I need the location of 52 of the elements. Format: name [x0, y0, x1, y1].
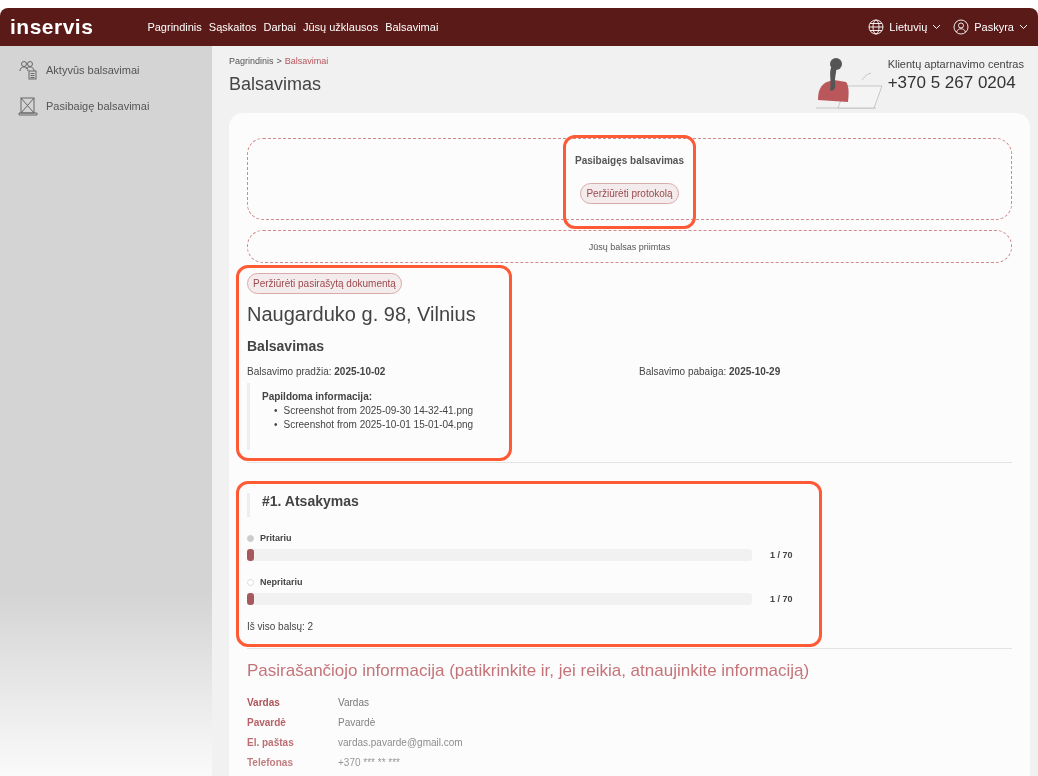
helpline-phone[interactable]: +370 5 267 0204 — [887, 73, 1024, 93]
field-label: Vardas — [247, 697, 281, 710]
bullet: • — [274, 418, 278, 432]
helpline-label: Klientų aptarnavimo centras — [887, 58, 1024, 70]
signer-heading: Pasirašančiojo informacija (patikrinkite ir, jei reikia, atnaujinkite informaciją) — [247, 661, 811, 681]
vote-subtitle: Balsavimas — [247, 338, 326, 354]
globe-icon — [868, 19, 885, 35]
status-title: Pasibaigęs balsavimas — [575, 155, 684, 166]
chevron-down-icon — [932, 24, 942, 30]
breadcrumb-link[interactable]: Pagrindinis — [229, 56, 274, 66]
attachment-link[interactable]: Screenshot from 2025-10-01 15-01-04.png — [283, 418, 474, 432]
field-value: Pavardė — [338, 717, 376, 730]
address-heading: Naugarduko g. 98, Vilnius — [247, 303, 477, 326]
field-value: +370 *** ** *** — [338, 757, 400, 770]
language-menu[interactable]: Lietuvių — [868, 19, 942, 35]
field-value: vardas.pavarde@gmail.com — [338, 737, 463, 750]
people-list-icon — [18, 60, 38, 80]
field-label: Telefonas — [247, 757, 294, 770]
bullet: • — [274, 404, 278, 418]
nav-link[interactable]: Jūsų užklausos — [302, 21, 379, 33]
nav-link[interactable]: Pagrindinis — [147, 21, 202, 33]
ballot-box-icon — [18, 96, 38, 116]
vote-notice: Jūsų balsas priimtas — [247, 230, 1012, 263]
vote-count: 1 / 70 — [770, 550, 793, 560]
field-label: Pavardė — [247, 717, 287, 730]
sidebar-item[interactable]: Pasibaigę balsavimai — [18, 88, 212, 124]
info-title: Papildoma informacija: — [262, 391, 374, 402]
field-label: El. paštas — [247, 737, 295, 750]
total-votes: Iš viso balsų: 2 — [247, 621, 315, 632]
nav-link[interactable]: Sąskaitos — [208, 21, 257, 33]
breadcrumb-link[interactable]: Balsavimai — [284, 56, 329, 66]
view-protocol-button[interactable]: Peržiūrėti protokolą — [580, 183, 679, 204]
end-date: Balsavimo pabaiga: 2025-10-29 — [639, 366, 781, 377]
radio-button[interactable] — [247, 578, 254, 586]
start-date: Balsavimo pradžia: 2025-10-02 — [247, 366, 387, 377]
field-value: Vardas — [338, 697, 369, 710]
sidebar-item[interactable]: Aktyvūs balsavimai — [18, 52, 212, 88]
question-title: #1. Atsakymas — [247, 493, 1012, 517]
radio-button[interactable] — [247, 534, 254, 542]
user-icon — [953, 19, 970, 35]
chevron-down-icon — [1019, 24, 1028, 30]
breadcrumb-separator: > — [276, 56, 282, 66]
account-menu[interactable]: Paskyra — [953, 19, 1028, 35]
option-label: Nepritariu — [260, 577, 303, 587]
option-label: Pritariu — [260, 533, 292, 543]
nav-link[interactable]: Balsavimai — [385, 21, 439, 33]
attachment-link[interactable]: Screenshot from 2025-09-30 14-32-41.png — [283, 404, 474, 418]
page-title: Balsavimas — [229, 74, 323, 95]
view-document-button[interactable]: Peržiūrėti pasirašytą dokumentą — [247, 273, 402, 294]
vote-count: 1 / 70 — [770, 594, 793, 604]
logo[interactable]: inservis — [10, 15, 94, 39]
nav-link[interactable]: Darbai — [263, 21, 296, 33]
